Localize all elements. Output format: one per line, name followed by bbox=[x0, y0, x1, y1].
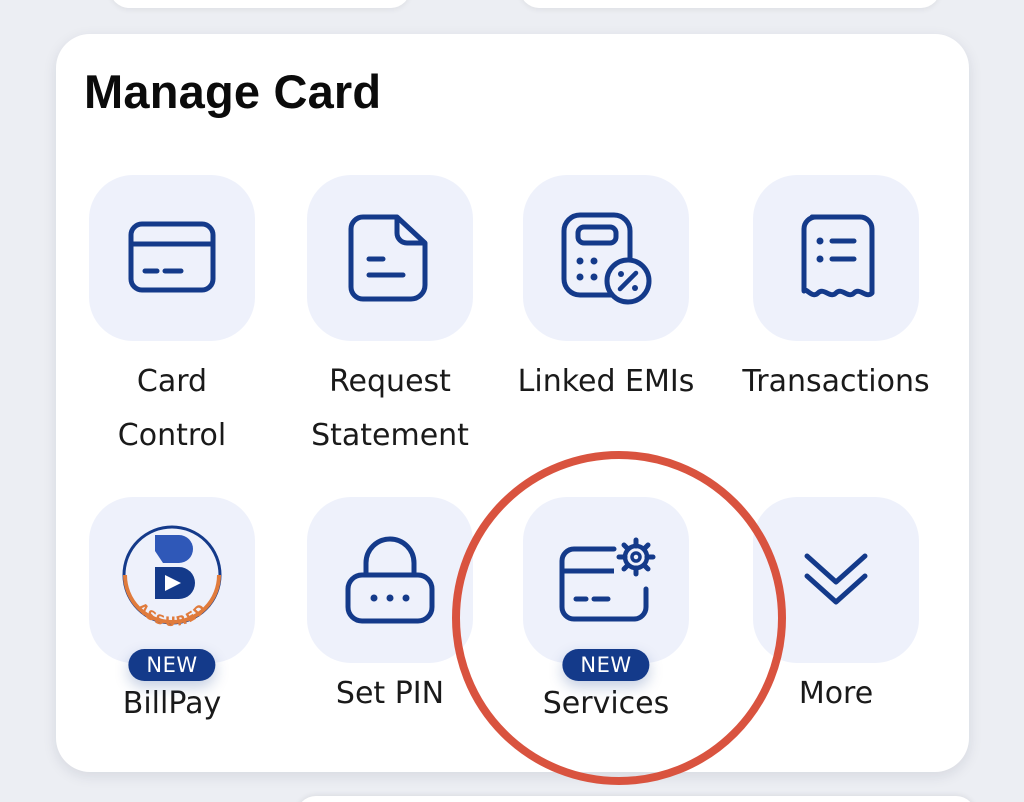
billpay-icon-box: ASSURED NEW bbox=[89, 497, 255, 681]
transactions-tile[interactable]: Transactions bbox=[726, 175, 946, 409]
partial-card-top-left bbox=[110, 0, 410, 8]
billpay-label: BillPay bbox=[122, 686, 222, 721]
card-control-icon-box bbox=[89, 175, 255, 341]
new-badge: NEW bbox=[128, 649, 216, 681]
receipt-icon bbox=[801, 214, 875, 298]
set-pin-icon-box bbox=[307, 497, 473, 663]
card-control-label: Card Control bbox=[117, 364, 227, 453]
linked-emis-tile[interactable]: Linked EMIs bbox=[496, 175, 716, 409]
request-statement-label: Request Statement bbox=[311, 364, 469, 453]
linked-emis-label: Linked EMIs bbox=[517, 364, 695, 399]
highlight-circle-annotation bbox=[452, 451, 786, 785]
credit-card-icon bbox=[128, 221, 216, 293]
billpay-tile[interactable]: ASSURED NEW BillPay bbox=[62, 497, 282, 731]
partial-card-top-right bbox=[520, 0, 940, 8]
svg-text:ASSURED: ASSURED bbox=[134, 600, 211, 630]
manage-card-title: Manage Card bbox=[84, 65, 382, 118]
transactions-icon-box bbox=[753, 175, 919, 341]
lock-icon bbox=[345, 536, 435, 624]
bharat-billpay-assured-logo: ASSURED bbox=[122, 525, 222, 630]
request-statement-icon-box bbox=[307, 175, 473, 341]
partial-card-bottom bbox=[296, 796, 976, 802]
calculator-percent-icon bbox=[561, 212, 652, 305]
document-icon bbox=[348, 214, 428, 302]
request-statement-tile[interactable]: Request Statement bbox=[280, 175, 500, 463]
chevron-double-down-icon bbox=[804, 553, 868, 605]
transactions-label: Transactions bbox=[742, 364, 930, 399]
card-control-tile[interactable]: Card Control bbox=[62, 175, 282, 463]
assured-logo-text: ASSURED bbox=[134, 600, 209, 630]
linked-emis-icon-box bbox=[523, 175, 689, 341]
